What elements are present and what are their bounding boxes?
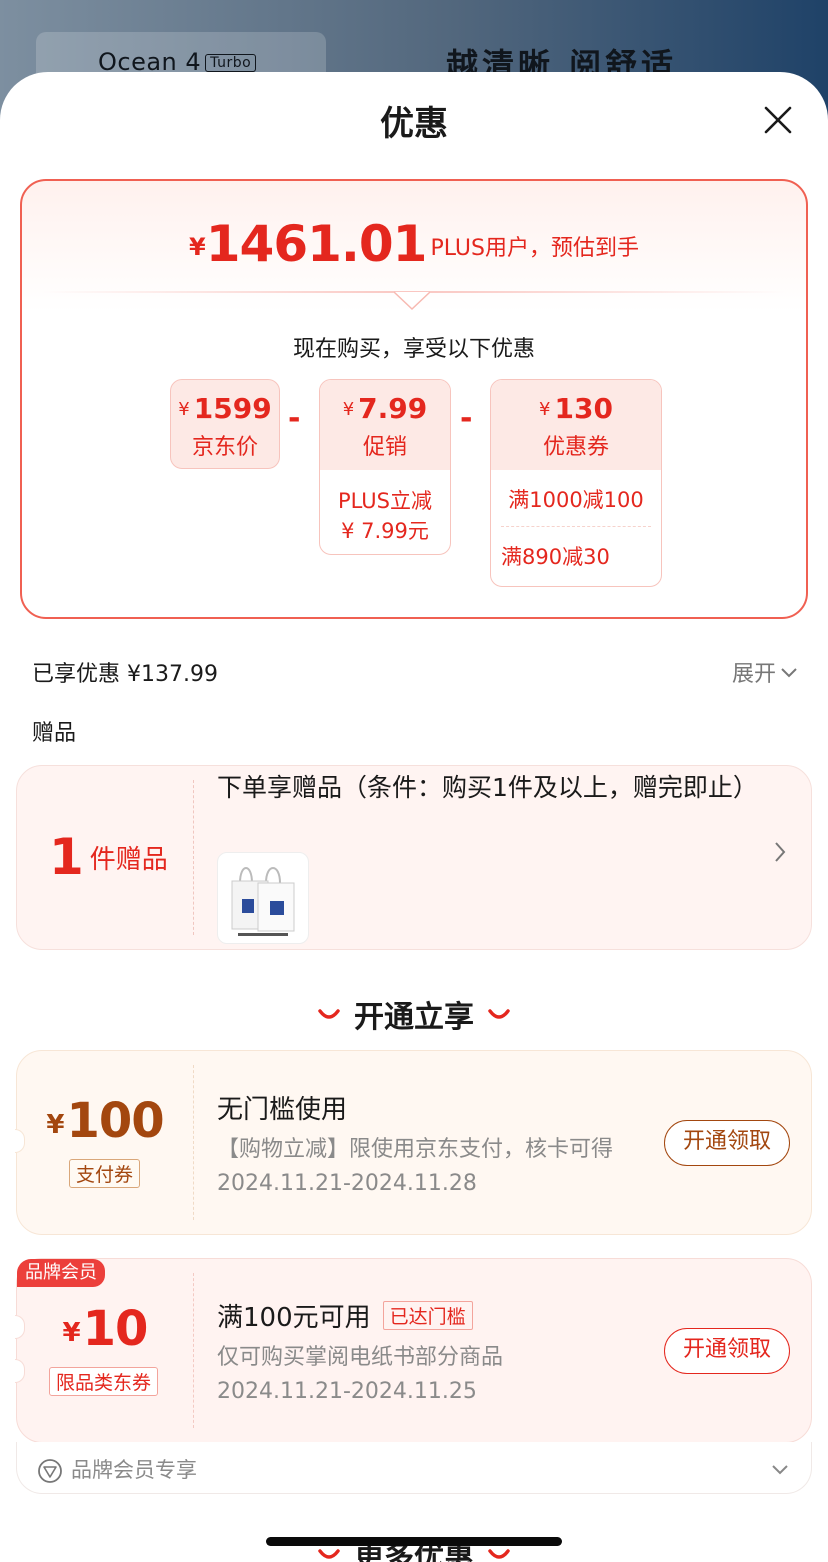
payment-coupon-card: ¥100 支付券 无门槛使用 【购物立减】限使用京东支付，核卡可得 2024.1… [15, 1050, 812, 1235]
coupon-label: 优惠券 [542, 435, 609, 460]
close-icon[interactable] [762, 104, 794, 136]
sheet-title: 优惠 [380, 104, 448, 144]
smile-icon [488, 1549, 510, 1559]
smile-icon [488, 1009, 510, 1019]
open-section-title: 开通立享 [354, 1000, 474, 1035]
chevron-right-icon [775, 842, 786, 862]
currency-symbol: ¥ [342, 399, 355, 420]
brand-member-icon [38, 1459, 62, 1483]
gift-section-title: 赠品 [32, 721, 77, 746]
buy-now-text: 现在购买，享受以下优惠 [292, 337, 535, 362]
threshold-reached-tag: 已达门槛 [382, 1301, 473, 1330]
promo-detail-line: PLUS立减 [337, 489, 433, 513]
divider [193, 1065, 194, 1220]
gift-card[interactable]: 1 件赠品 下单享赠品（条件：购买1件及以上，赠完即止） [16, 765, 812, 950]
coupon-detail-line: 满890减30 [501, 545, 610, 569]
coupon-box: ¥130 优惠券 满1000减100 满890减30 [490, 379, 662, 587]
brand-badge: Turbo [205, 54, 257, 72]
coupon-title: 满100元可用 已达门槛 [217, 1297, 473, 1334]
coupon-type-tag: 限品类东券 [49, 1367, 159, 1396]
coupon-title-text: 满100元可用 [217, 1303, 371, 1333]
jd-price-label: 京东价 [191, 435, 258, 460]
brand-coupon-card: 品牌会员 ¥10 限品类东券 满100元可用 已达门槛 仅可购买掌阅电纸书部分商品… [15, 1258, 812, 1443]
coupon-validity: 2024.11.21-2024.11.25 [217, 1379, 477, 1404]
claim-button[interactable]: 开通领取 [664, 1120, 790, 1166]
chevron-down-icon [781, 668, 797, 678]
currency-symbol: ¥ [62, 1318, 81, 1348]
saved-discount: 已享优惠 ¥137.99 [32, 662, 218, 687]
discount-sheet: 优惠 ¥1461.01 PLUS用户，预估到手 现在购买，享受以下优惠 ¥1599… [0, 72, 828, 1562]
coupon-title: 无门槛使用 [217, 1095, 348, 1125]
smile-icon [318, 1549, 340, 1559]
home-indicator[interactable] [266, 1537, 562, 1546]
claim-button[interactable]: 开通领取 [664, 1328, 790, 1374]
promo-label: 促销 [362, 435, 407, 460]
chevron-down-icon [772, 1465, 788, 1475]
gift-thumbnail [217, 852, 309, 944]
currency-symbol: ¥ [46, 1110, 65, 1140]
minus-sign: - [460, 401, 473, 436]
coupon-amount: ¥100 [17, 1093, 193, 1149]
promo-value: ¥7.99 [320, 380, 450, 425]
divider-notch-icon [394, 291, 430, 311]
estimated-label: PLUS用户，预估到手 [430, 236, 639, 261]
coupon-description: 【购物立减】限使用京东支付，核卡可得 [217, 1137, 614, 1162]
minus-sign: - [288, 401, 301, 436]
expand-button[interactable]: 展开 [732, 656, 798, 688]
brand-member-row[interactable]: 品牌会员专享 [16, 1442, 812, 1494]
jd-price-value: ¥1599 [171, 380, 279, 425]
brand-member-badge: 品牌会员 [17, 1259, 105, 1287]
currency-symbol: ¥ [189, 233, 206, 261]
jd-price-amount: 1599 [193, 392, 272, 425]
gift-count-number: 1 [49, 828, 84, 886]
coupon-type-tag: 支付券 [69, 1159, 141, 1188]
divider [193, 780, 194, 935]
jd-price-box: ¥1599 京东价 [170, 379, 280, 469]
coupon-amount-value: 10 [82, 1301, 149, 1357]
coupon-validity: 2024.11.21-2024.11.28 [217, 1171, 477, 1196]
gift-description: 下单享赠品（条件：购买1件及以上，赠完即止） [217, 773, 758, 802]
smile-icon [318, 1009, 340, 1019]
divider [193, 1273, 194, 1428]
brand-member-text: 品牌会员专享 [71, 1458, 197, 1482]
coupon-description: 仅可购买掌阅电纸书部分商品 [217, 1345, 504, 1370]
promo-detail-line: ¥ 7.99元 [341, 519, 429, 543]
expand-label: 展开 [732, 662, 777, 687]
coupon-total-amount: 130 [554, 392, 613, 425]
gift-count-label: 件赠品 [89, 845, 168, 875]
coupon-notch [15, 1359, 25, 1383]
currency-symbol: ¥ [539, 399, 551, 420]
open-section-header: 开通立享 [0, 992, 828, 1036]
promo-amount: 7.99 [358, 392, 428, 425]
coupon-amount: ¥10 [17, 1301, 193, 1357]
estimated-price: ¥1461.01 PLUS用户，预估到手 [22, 215, 806, 273]
coupon-detail-line: 满1000减100 [501, 470, 651, 527]
currency-symbol: ¥ [178, 399, 190, 420]
coupon-detail: 满1000减100 满890减30 [491, 470, 661, 571]
gift-count: 1 件赠品 [49, 828, 168, 886]
coupon-amount-value: 100 [66, 1093, 164, 1149]
promo-box: ¥7.99 促销 PLUS立减 ¥ 7.99元 [319, 379, 451, 555]
coupon-value: ¥130 [491, 380, 661, 425]
promo-detail: PLUS立减 ¥ 7.99元 [320, 470, 450, 546]
tote-bag-icon [231, 867, 295, 936]
price-summary-card: ¥1461.01 PLUS用户，预估到手 现在购买，享受以下优惠 ¥1599 京东… [20, 179, 808, 619]
estimated-amount: 1461.01 [205, 215, 428, 273]
